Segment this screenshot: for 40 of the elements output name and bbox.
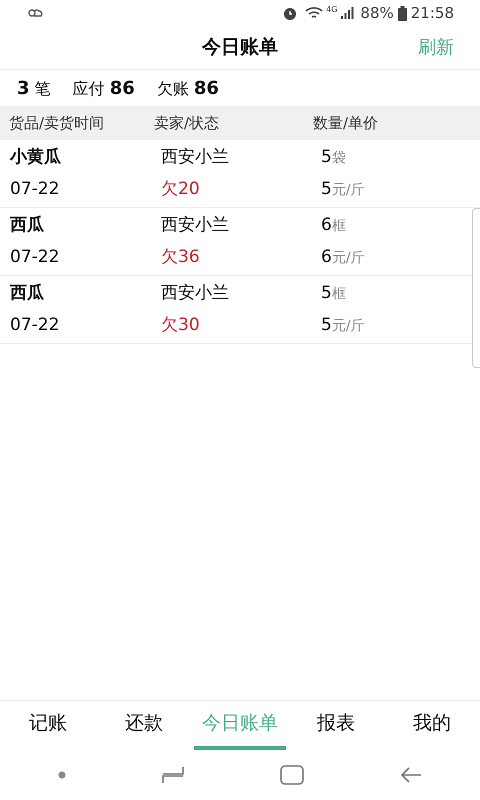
quantity: 5袋 [321,146,347,169]
signal-icon [340,6,354,20]
column-heading: 货品/卖货时间 [8,112,106,134]
summary-stat: 欠账 86 [156,76,219,100]
clock: 21:58 [410,2,454,24]
unit-price: 5元/斤 [321,178,366,200]
network-label: 4G [326,4,338,16]
debt-status: 欠36 [161,246,201,268]
page-title: 今日账单 [202,35,278,60]
recent-apps-icon[interactable] [162,766,184,784]
seller-name: 西安小兰 [161,282,230,305]
tab[interactable]: 记账 [2,701,94,750]
sale-date: 07-22 [10,246,60,268]
item-name: 小黄瓜 [10,146,62,169]
tab[interactable]: 还款 [98,701,190,750]
column-heading: 数量/单价 [313,112,380,134]
back-icon[interactable] [400,766,422,784]
dot-icon[interactable] [58,771,66,779]
quantity: 5框 [321,282,347,305]
debt-status: 欠20 [161,178,201,200]
item-name: 西瓜 [10,282,45,305]
battery-icon [398,6,407,20]
column-heading: 卖家/状态 [153,112,220,134]
edge-handle[interactable] [472,208,480,368]
tab[interactable]: 我的 [386,701,478,750]
home-icon[interactable] [280,765,304,785]
summary-stat: 应付 86 [72,76,135,100]
battery-percent: 88% [360,2,394,24]
alarm-icon [282,5,298,21]
unit-price: 6元/斤 [321,246,366,268]
summary-stat: 3 笔 [17,76,51,100]
seller-name: 西安小兰 [161,146,230,169]
quantity: 6框 [321,214,347,237]
seller-name: 西安小兰 [161,214,230,237]
debt-status: 欠30 [161,314,201,336]
item-name: 西瓜 [10,214,45,237]
sale-date: 07-22 [10,178,60,200]
tab[interactable]: 报表 [290,701,382,750]
sale-date: 07-22 [10,314,60,336]
unit-price: 5元/斤 [321,314,366,336]
